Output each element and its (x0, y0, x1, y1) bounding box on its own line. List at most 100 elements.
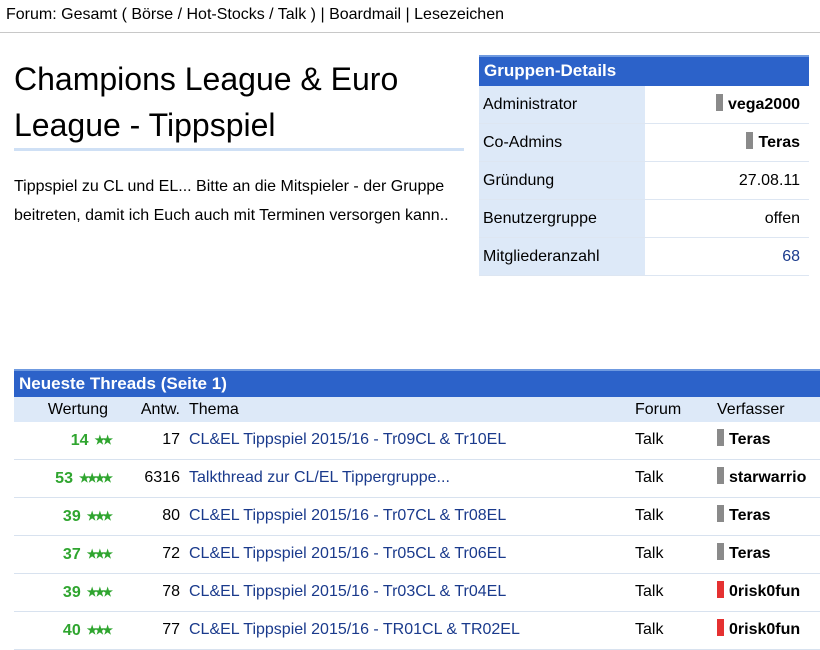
detail-value[interactable]: vega2000 (645, 86, 809, 123)
user-status-indicator (717, 467, 724, 484)
thread-topic: CL&EL Tippspiel 2015/16 - Tr05CL & Tr06E… (180, 536, 628, 573)
author-name[interactable]: Teras (729, 545, 771, 562)
co-admin-username[interactable]: Teras (758, 134, 800, 151)
thread-topic: Talkthread zur CL/EL Tippergruppe... (180, 460, 628, 497)
rating-score: 14 (70, 432, 89, 449)
user-status-indicator (717, 619, 724, 636)
thread-rating: 53 ★★★★ (14, 460, 113, 497)
column-rating[interactable]: Wertung (14, 397, 110, 422)
thread-forum[interactable]: Talk (628, 460, 710, 497)
rating-score: 37 (62, 546, 81, 563)
admin-username[interactable]: vega2000 (728, 96, 800, 113)
thread-rating: 40 ★★★ (14, 612, 113, 649)
thread-row: 14 ★★ 17 CL&EL Tippspiel 2015/16 - Tr09CL… (14, 422, 820, 460)
user-status-indicator (717, 505, 724, 522)
thread-answers: 77 (162, 621, 180, 638)
thread-link[interactable]: Talkthread zur CL/EL Tippergruppe... (189, 469, 450, 486)
thread-topic: CL&EL Tippspiel 2015/16 - Tr03CL & Tr04E… (180, 574, 628, 611)
author-name[interactable]: Teras (729, 507, 771, 524)
thread-forum[interactable]: Talk (628, 422, 710, 459)
group-details-header: Gruppen-Details (479, 55, 809, 86)
rating-score: 53 (55, 470, 73, 487)
user-status-indicator (715, 94, 723, 111)
thread-forum[interactable]: Talk (628, 536, 710, 573)
detail-label: Gründung (479, 162, 645, 199)
thread-author[interactable]: starwarrio (710, 460, 820, 497)
threads-panel: Neueste Threads (Seite 1) Wertung Antw. … (14, 369, 820, 650)
thread-link[interactable]: CL&EL Tippspiel 2015/16 - Tr09CL & Tr10E… (189, 431, 506, 448)
detail-row-co-admins: Co-Admins Teras (479, 124, 809, 162)
thread-topic: CL&EL Tippspiel 2015/16 - Tr07CL & Tr08E… (180, 498, 628, 535)
thread-rating: 14 ★★ (14, 422, 113, 459)
member-count-link[interactable]: 68 (782, 248, 800, 265)
detail-row-usergroup: Benutzergruppe offen (479, 200, 809, 238)
thread-forum[interactable]: Talk (628, 612, 710, 649)
rating-stars-icon: ★★★ (86, 585, 113, 599)
thread-rating: 39 ★★★ (14, 498, 113, 535)
thread-author[interactable]: 0risk0fun (710, 574, 820, 611)
thread-row: 39 ★★★ 78 CL&EL Tippspiel 2015/16 - Tr03C… (14, 574, 820, 612)
detail-label: Mitgliederanzahl (479, 238, 645, 275)
threads-header: Neueste Threads (Seite 1) (14, 369, 820, 397)
detail-label: Co-Admins (479, 124, 645, 161)
thread-link[interactable]: CL&EL Tippspiel 2015/16 - Tr03CL & Tr04E… (189, 583, 506, 600)
thread-answers: 17 (162, 431, 180, 448)
boardmail-link[interactable]: Boardmail (329, 6, 401, 23)
column-topic[interactable]: Thema (180, 397, 628, 422)
group-details-panel: Gruppen-Details Administrator vega2000 C… (479, 55, 809, 276)
group-title: Champions League & Euro League - Tippspi… (14, 61, 399, 143)
rating-score: 40 (62, 622, 81, 639)
thread-rating: 37 ★★★ (14, 536, 113, 573)
thread-topic: CL&EL Tippspiel 2015/16 - TR01CL & TR02E… (180, 612, 628, 649)
thread-topic: CL&EL Tippspiel 2015/16 - Tr09CL & Tr10E… (180, 422, 628, 459)
detail-value: offen (764, 210, 800, 227)
column-author[interactable]: Verfasser (710, 397, 820, 422)
thread-answers: 78 (162, 583, 180, 600)
rating-stars-icon: ★★★ (86, 623, 113, 637)
thread-forum[interactable]: Talk (628, 498, 710, 535)
thread-author[interactable]: Teras (710, 536, 820, 573)
bookmarks-link[interactable]: Lesezeichen (414, 6, 504, 23)
threads-column-header: Wertung Antw. Thema Forum Verfasser (14, 397, 820, 422)
author-name[interactable]: 0risk0fun (729, 583, 800, 600)
column-answers[interactable]: Antw. (110, 397, 180, 422)
thread-author[interactable]: 0risk0fun (710, 612, 820, 649)
forum-nav-link[interactable]: Forum: Gesamt ( Börse / Hot-Stocks / Tal… (6, 6, 316, 23)
top-divider (0, 32, 820, 33)
column-forum[interactable]: Forum (628, 397, 710, 422)
rating-stars-icon: ★★★ (86, 547, 113, 561)
thread-answers: 6316 (144, 469, 180, 486)
detail-row-member-count: Mitgliederanzahl 68 (479, 238, 809, 276)
author-name[interactable]: 0risk0fun (729, 621, 800, 638)
thread-author[interactable]: Teras (710, 498, 820, 535)
title-underline (14, 148, 464, 151)
user-status-indicator (746, 132, 754, 149)
thread-link[interactable]: CL&EL Tippspiel 2015/16 - Tr07CL & Tr08E… (189, 507, 506, 524)
author-name[interactable]: starwarrio (729, 469, 806, 486)
thread-rating: 39 ★★★ (14, 574, 113, 611)
detail-label: Administrator (479, 86, 645, 123)
top-navigation: Forum: Gesamt ( Börse / Hot-Stocks / Tal… (6, 6, 504, 24)
thread-author[interactable]: Teras (710, 422, 820, 459)
thread-row: 40 ★★★ 77 CL&EL Tippspiel 2015/16 - TR01C… (14, 612, 820, 650)
detail-value: 27.08.11 (738, 172, 800, 189)
thread-row: 53 ★★★★ 6316 Talkthread zur CL/EL Tipperg… (14, 460, 820, 498)
detail-value[interactable]: Teras (645, 124, 809, 161)
thread-link[interactable]: CL&EL Tippspiel 2015/16 - TR01CL & TR02E… (189, 621, 520, 638)
thread-forum[interactable]: Talk (628, 574, 710, 611)
detail-label: Benutzergruppe (479, 200, 645, 237)
detail-row-founded: Gründung 27.08.11 (479, 162, 809, 200)
user-status-indicator (717, 543, 724, 560)
author-name[interactable]: Teras (729, 431, 771, 448)
detail-value[interactable]: 68 (645, 238, 809, 275)
nav-separator: | (405, 6, 410, 23)
rating-stars-icon: ★★★★ (78, 471, 113, 485)
thread-link[interactable]: CL&EL Tippspiel 2015/16 - Tr05CL & Tr06E… (189, 545, 506, 562)
thread-answers: 80 (162, 507, 180, 524)
detail-row-administrator: Administrator vega2000 (479, 86, 809, 124)
thread-row: 37 ★★★ 72 CL&EL Tippspiel 2015/16 - Tr05C… (14, 536, 820, 574)
rating-stars-icon: ★★ (94, 433, 112, 447)
user-status-indicator (717, 429, 724, 446)
rating-score: 39 (62, 508, 81, 525)
thread-answers: 72 (162, 545, 180, 562)
